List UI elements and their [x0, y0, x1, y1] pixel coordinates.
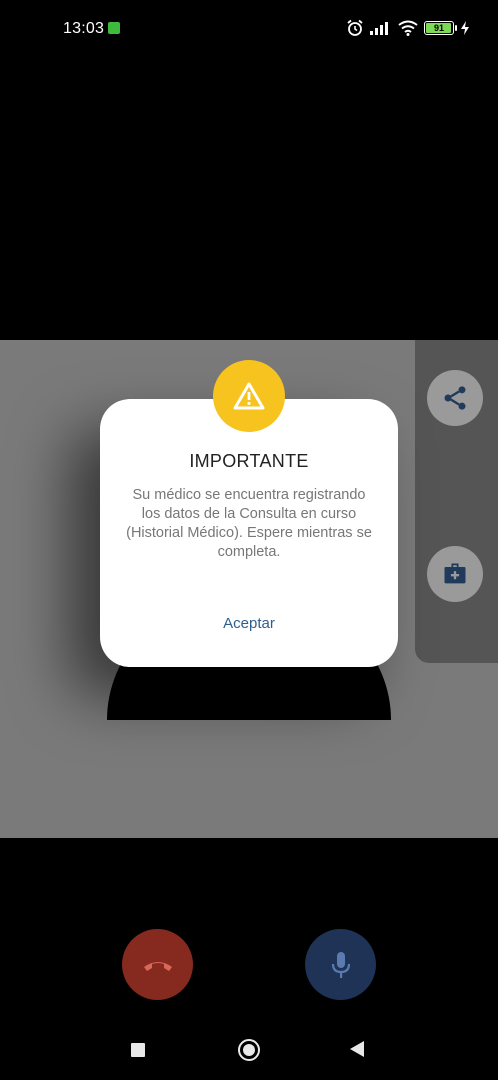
medical-kit-icon	[444, 563, 466, 584]
notification-icon	[108, 22, 120, 34]
alarm-icon	[347, 19, 363, 36]
hangup-icon	[143, 961, 172, 971]
dialog-message: Su médico se encuentra registrando los d…	[126, 487, 372, 560]
home-button[interactable]	[238, 1039, 260, 1061]
important-dialog: IMPORTANTE Su médico se encuentra regist…	[100, 399, 398, 667]
share-button[interactable]	[427, 370, 483, 426]
signal-icon	[370, 22, 388, 35]
battery-icon: 91	[424, 21, 457, 35]
microphone-icon	[331, 951, 350, 978]
microphone-button[interactable]	[305, 929, 376, 1000]
back-button[interactable]	[350, 1041, 364, 1057]
hangup-button[interactable]	[122, 929, 193, 1000]
charging-icon	[461, 21, 469, 35]
wifi-icon	[398, 20, 418, 36]
share-icon	[444, 386, 466, 410]
navigation-bar	[0, 1020, 498, 1080]
accept-button[interactable]: Aceptar	[100, 615, 398, 632]
status-icons: 91	[346, 17, 470, 39]
warning-badge	[213, 360, 285, 432]
dialog-title: IMPORTANTE	[189, 451, 309, 471]
warning-icon	[233, 382, 265, 410]
medical-history-button[interactable]	[427, 546, 483, 602]
recents-button[interactable]	[131, 1043, 145, 1057]
status-bar: 13:03 91	[0, 0, 498, 58]
status-time: 13:03	[63, 20, 105, 37]
side-panel	[415, 340, 498, 663]
battery-level: 91	[433, 23, 444, 33]
